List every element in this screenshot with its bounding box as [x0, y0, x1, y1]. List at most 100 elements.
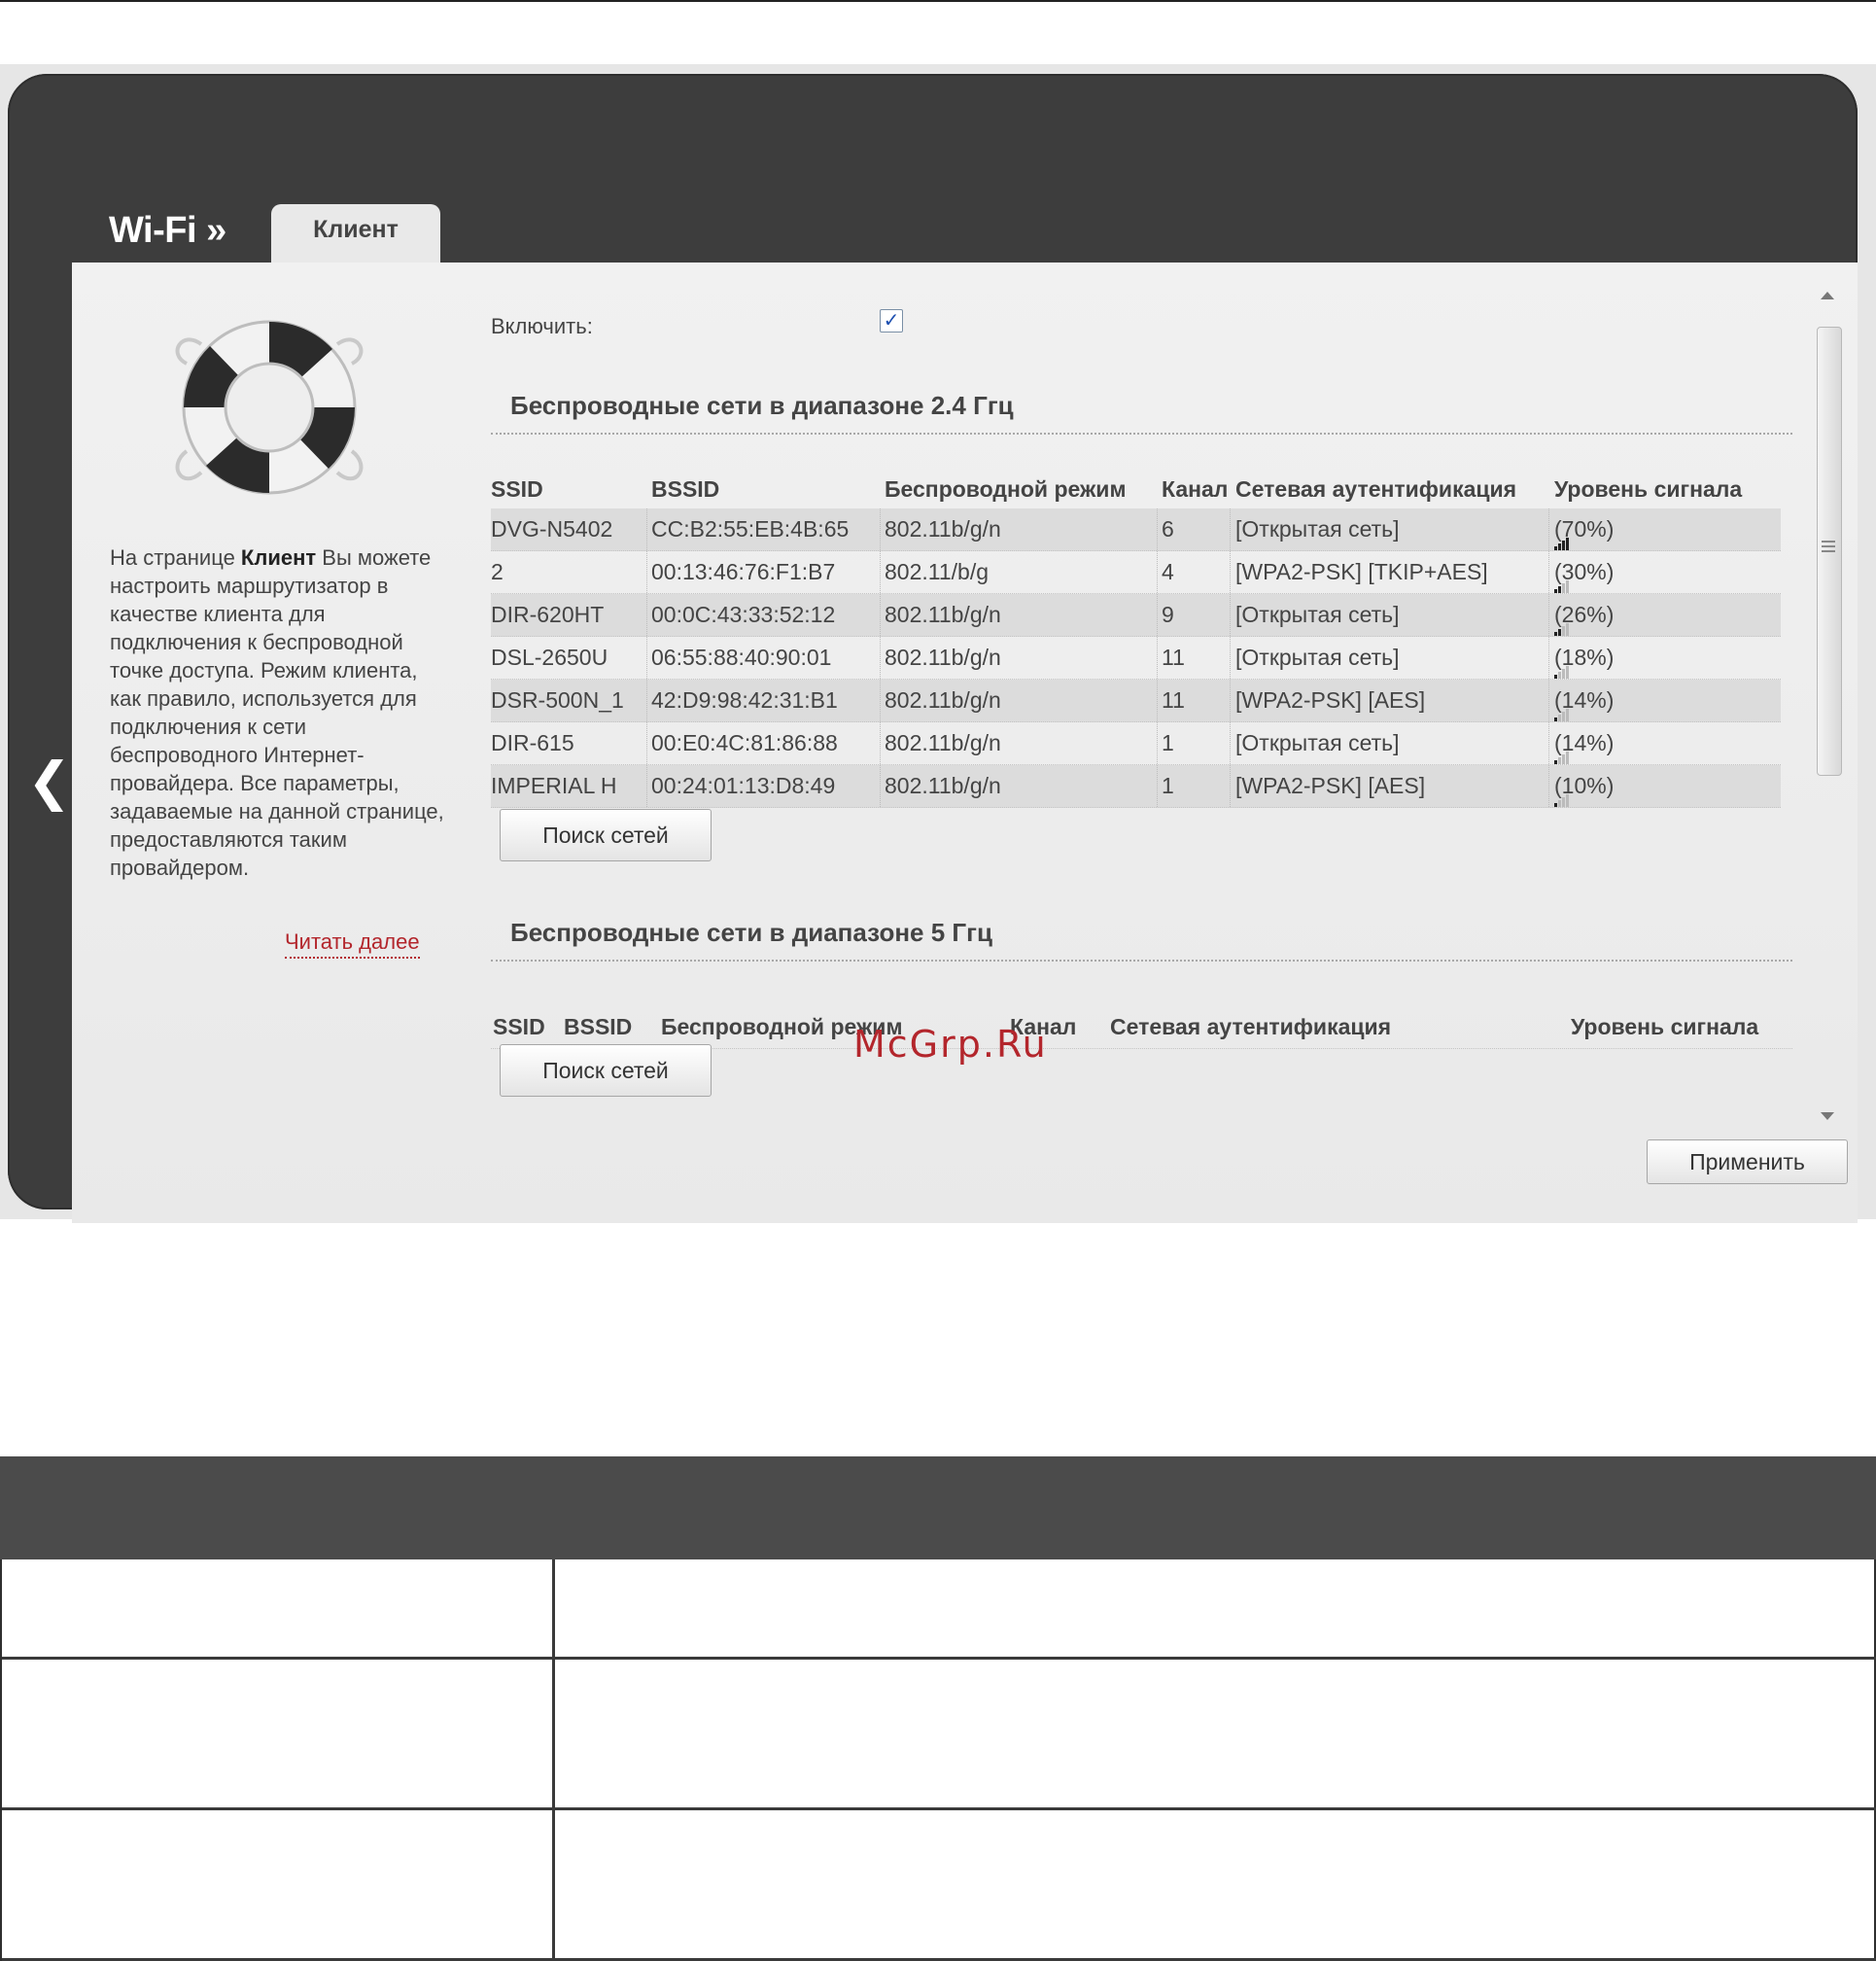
table-row[interactable]: IMPERIAL H 00:24:01:13:D8:49 802.11b/g/n 1 [… [491, 765, 1781, 808]
cell-auth: [Открытая сеть] [1235, 602, 1400, 627]
cell-mode: 802.11b/g/n [885, 773, 1001, 798]
band5-table-header: SSID BSSID Беспроводной режим Канал Сете… [491, 1005, 1792, 1049]
column-separator [1157, 594, 1158, 636]
cell-auth: [WPA2-PSK] [AES] [1235, 687, 1426, 713]
column-separator [880, 722, 881, 764]
col-mode: Беспроводной режим [885, 476, 1127, 502]
tab-client[interactable]: Клиент [271, 204, 440, 263]
cell-signal: (14%) [1554, 722, 1614, 764]
column-separator [1548, 765, 1549, 807]
search-networks-24-button[interactable]: Поиск сетей [500, 809, 712, 861]
column-separator [1548, 508, 1549, 550]
cell-ssid: DVG-N5402 [491, 516, 613, 542]
cell-mode: 802.11b/g/n [885, 602, 1001, 627]
signal-bars-icon [1554, 680, 1570, 721]
cell-mode: 802.11/b/g [885, 559, 990, 584]
column-separator [1157, 722, 1158, 764]
column-separator [880, 765, 881, 807]
cell-auth: [Открытая сеть] [1235, 516, 1400, 542]
column-separator [1157, 551, 1158, 593]
column-separator [880, 680, 881, 721]
read-more-link[interactable]: Читать далее [285, 929, 420, 959]
col-channel: Канал [1162, 476, 1229, 502]
column-separator [1157, 508, 1158, 550]
table-row[interactable]: 2 00:13:46:76:F1:B7 802.11/b/g 4 [WPA2-PSK] … [491, 551, 1781, 594]
cell-channel: 11 [1162, 645, 1185, 670]
band24-title: Беспроводные сети в диапазоне 2.4 Ггц [510, 391, 1014, 420]
band24-rows: DVG-N5402 CC:B2:55:EB:4B:65 802.11b/g/n 6 [О… [491, 508, 1781, 808]
column-separator [1230, 508, 1231, 550]
column-separator [880, 594, 881, 636]
cell-ssid: IMPERIAL H [491, 773, 617, 798]
doc-table-row [2, 1660, 1876, 1810]
column-separator [1230, 594, 1231, 636]
table-row[interactable]: DIR-620HT 00:0C:43:33:52:12 802.11b/g/n 9 [О… [491, 594, 1781, 637]
cell-channel: 1 [1162, 730, 1174, 755]
signal-bars-icon [1554, 765, 1570, 807]
column-separator [1157, 637, 1158, 679]
column-separator [1548, 722, 1549, 764]
column-separator [1157, 765, 1158, 807]
cell-bssid: 00:E0:4C:81:86:88 [651, 730, 838, 755]
column-separator [1230, 765, 1231, 807]
content-panel: На странице Клиент Вы можете настроить м… [72, 263, 1858, 1223]
table-row[interactable]: DSL-2650U 06:55:88:40:90:01 802.11b/g/n 11 [… [491, 637, 1781, 680]
cell-signal: (10%) [1554, 765, 1614, 807]
scroll-up-arrow-icon[interactable] [1821, 292, 1834, 299]
table-row[interactable]: DSR-500N_1 42:D9:98:42:31:B1 802.11b/g/n 11… [491, 680, 1781, 722]
cell-auth: [Открытая сеть] [1235, 645, 1400, 670]
enable-label: Включить: [491, 314, 593, 338]
column-separator [880, 637, 881, 679]
col-bssid: BSSID [651, 476, 720, 502]
signal-bars-icon [1554, 508, 1570, 550]
cell-ssid: DSR-500N_1 [491, 687, 624, 713]
cell-ssid: DIR-615 [491, 730, 574, 755]
col-auth: Сетевая аутентификация [1235, 476, 1517, 502]
column-separator [646, 722, 647, 764]
col-ssid: SSID [493, 1014, 545, 1039]
column-separator [1230, 551, 1231, 593]
column-separator [646, 551, 647, 593]
table-row[interactable]: DVG-N5402 CC:B2:55:EB:4B:65 802.11b/g/n 6 [О… [491, 508, 1781, 551]
column-separator [880, 551, 881, 593]
signal-bars-icon [1554, 722, 1570, 764]
search-networks-5-button[interactable]: Поиск сетей [500, 1044, 712, 1097]
band24-table: SSID BSSID Беспроводной режим Канал Сете… [491, 467, 1781, 808]
apply-button[interactable]: Применить [1647, 1139, 1848, 1184]
help-text-end: Вы можете настроить маршрутизатор в каче… [110, 545, 444, 880]
col-signal: Уровень сигнала [1571, 1014, 1759, 1039]
cell-mode: 802.11b/g/n [885, 730, 1001, 755]
router-ui-frame: Wi-Fi » Клиент ❮ На странице Клиент Вы м… [0, 64, 1876, 1223]
column-separator [1548, 680, 1549, 721]
signal-bars-icon [1554, 594, 1570, 636]
cell-ssid: 2 [491, 559, 504, 584]
cell-channel: 11 [1162, 687, 1185, 713]
cell-bssid: CC:B2:55:EB:4B:65 [651, 516, 850, 542]
column-separator [646, 508, 647, 550]
cell-signal: (70%) [1554, 508, 1614, 550]
watermark: McGrp.Ru [853, 1023, 1048, 1066]
cell-channel: 6 [1162, 516, 1174, 542]
column-separator [1548, 551, 1549, 593]
column-separator [646, 680, 647, 721]
band5-title: Беспроводные сети в диапазоне 5 Ггц [510, 918, 992, 947]
router-ui-window: Wi-Fi » Клиент ❮ На странице Клиент Вы м… [8, 74, 1858, 1223]
band5-divider [491, 960, 1792, 962]
chevron-left-icon[interactable]: ❮ [27, 754, 71, 809]
cell-mode: 802.11b/g/n [885, 687, 1001, 713]
doc-table-row [2, 1559, 1876, 1660]
cell-ssid: DSL-2650U [491, 645, 608, 670]
enable-checkbox[interactable]: ✓ [880, 309, 903, 333]
cell-bssid: 00:24:01:13:D8:49 [651, 773, 836, 798]
cell-signal: (14%) [1554, 680, 1614, 721]
breadcrumb[interactable]: Wi-Fi » [109, 210, 226, 252]
cell-signal: (30%) [1554, 551, 1614, 593]
scroll-down-arrow-icon[interactable] [1821, 1112, 1834, 1120]
cell-bssid: 06:55:88:40:90:01 [651, 645, 832, 670]
table-row[interactable]: DIR-615 00:E0:4C:81:86:88 802.11b/g/n 1 [Отк… [491, 722, 1781, 765]
help-text-bold: Клиент [240, 545, 317, 570]
band24-divider [491, 433, 1792, 435]
cell-channel: 1 [1162, 773, 1174, 798]
cell-channel: 4 [1162, 559, 1174, 584]
cell-auth: [WPA2-PSK] [AES] [1235, 773, 1426, 798]
